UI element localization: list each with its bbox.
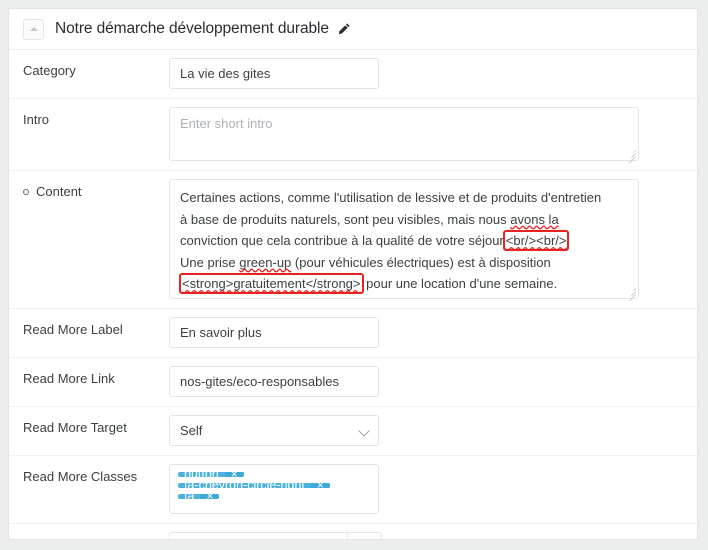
read-more-classes-label: Read More Classes: [23, 469, 138, 484]
content-line-4-misspelled: green-up: [239, 254, 292, 270]
circle-marker-icon: [23, 189, 29, 195]
tag-item[interactable]: fa ×: [178, 494, 220, 499]
annotation-strong-tags: <strong>gratuitement</strong>: [179, 273, 364, 294]
field-row-intro: Intro Enter short intro: [9, 99, 697, 171]
category-input[interactable]: La vie des gites: [169, 58, 379, 89]
read-more-label-input[interactable]: En savoir plus: [169, 317, 379, 348]
content-line-2: à base de produits naturels, sont peu vi…: [180, 209, 628, 231]
intro-field-wrap: Enter short intro: [169, 99, 683, 170]
content-label-wrap: Content: [23, 171, 169, 199]
annotation-br-tags: <br/><br/>: [502, 230, 570, 251]
intro-label: Intro: [23, 112, 50, 127]
content-field-wrap: Certaines actions, comme l'utilisation d…: [169, 171, 683, 308]
image-field-wrap: gantry-media://bookblock: [169, 524, 683, 539]
read-more-classes-field-wrap: button × fa-chevron-circle-right × fa ×: [169, 456, 683, 523]
tag-label: fa-chevron-circle-right: [178, 483, 311, 488]
intro-textarea[interactable]: Enter short intro: [169, 107, 639, 164]
image-picker-button[interactable]: [347, 532, 382, 539]
read-more-link-field-wrap: nos-gites/eco-responsables: [169, 358, 683, 406]
read-more-link-input[interactable]: nos-gites/eco-responsables: [169, 366, 379, 397]
content-line-4-text-b: (pour véhicules électriques) est à dispo…: [291, 254, 551, 270]
content-line-3: conviction que cela contribue à la quali…: [180, 230, 628, 252]
read-more-target-label: Read More Target: [23, 420, 127, 435]
content-label: Content: [36, 184, 82, 199]
card-header: Notre démarche développement durable: [9, 9, 697, 50]
tag-remove-icon[interactable]: ×: [310, 483, 330, 488]
pencil-icon[interactable]: [337, 22, 351, 36]
field-row-read-more-label: Read More Label En savoir plus: [9, 309, 697, 358]
tag-remove-icon[interactable]: ×: [200, 494, 220, 499]
content-line-2-text: à base de produits naturels, sont peu vi…: [180, 211, 511, 227]
tag-label: fa: [178, 494, 200, 499]
content-line-5-text: pour une location d'une semaine.: [362, 276, 558, 291]
field-row-read-more-classes: Read More Classes button × fa-chevron-ci…: [9, 456, 697, 524]
resize-grip-icon[interactable]: [627, 287, 636, 302]
read-more-target-value[interactable]: Self: [169, 415, 379, 446]
intro-placeholder-text: Enter short intro: [180, 116, 273, 131]
content-line-5: <strong>gratuitement</strong> pour une l…: [179, 273, 628, 295]
content-line-2-misspelled: avons la: [510, 211, 559, 227]
page-title: Notre démarche développement durable: [55, 20, 329, 37]
content-line-1: Certaines actions, comme l'utilisation d…: [180, 190, 602, 205]
field-row-image: Image gantry-media://bookblock: [9, 524, 697, 539]
content-line-4: Une prise green-up (pour véhicules élect…: [180, 252, 628, 274]
read-more-target-select[interactable]: Self: [169, 415, 379, 446]
read-more-link-label: Read More Link: [23, 371, 115, 386]
field-row-read-more-link: Read More Link nos-gites/eco-responsable…: [9, 358, 697, 407]
content-textarea[interactable]: Certaines actions, comme l'utilisation d…: [169, 179, 639, 302]
collapse-toggle-button[interactable]: [23, 18, 44, 40]
image-path-input[interactable]: gantry-media://bookblock: [169, 532, 347, 539]
image-label: Image: [23, 524, 169, 539]
tag-item[interactable]: fa-chevron-circle-right ×: [178, 483, 330, 488]
tag-item[interactable]: button ×: [178, 472, 244, 477]
resize-grip-icon[interactable]: [627, 149, 636, 164]
category-label: Category: [23, 63, 76, 78]
content-line-3-text: conviction que cela contribue à la quali…: [180, 233, 504, 248]
content-line-4-text-a: Une prise: [180, 254, 240, 270]
read-more-label-field-wrap: En savoir plus: [169, 309, 683, 357]
read-more-classes-tag-input[interactable]: button × fa-chevron-circle-right × fa ×: [169, 464, 379, 514]
caret-up-icon: [29, 27, 38, 31]
read-more-label-label: Read More Label: [23, 322, 123, 337]
tag-row: fa ×: [178, 494, 370, 505]
field-row-content: Content Certaines actions, comme l'utili…: [9, 171, 697, 309]
field-row-read-more-target: Read More Target Self: [9, 407, 697, 456]
tag-label: button: [178, 472, 225, 477]
read-more-target-field-wrap: Self: [169, 407, 683, 455]
image-input-group: gantry-media://bookblock: [169, 532, 683, 539]
field-row-category: Category La vie des gites: [9, 50, 697, 99]
tag-row: fa-chevron-circle-right ×: [178, 483, 370, 494]
tag-row: button ×: [178, 472, 370, 483]
tag-remove-icon[interactable]: ×: [224, 472, 244, 477]
module-settings-card: Notre démarche développement durable Cat…: [8, 8, 698, 540]
category-field-wrap: La vie des gites: [169, 50, 683, 98]
